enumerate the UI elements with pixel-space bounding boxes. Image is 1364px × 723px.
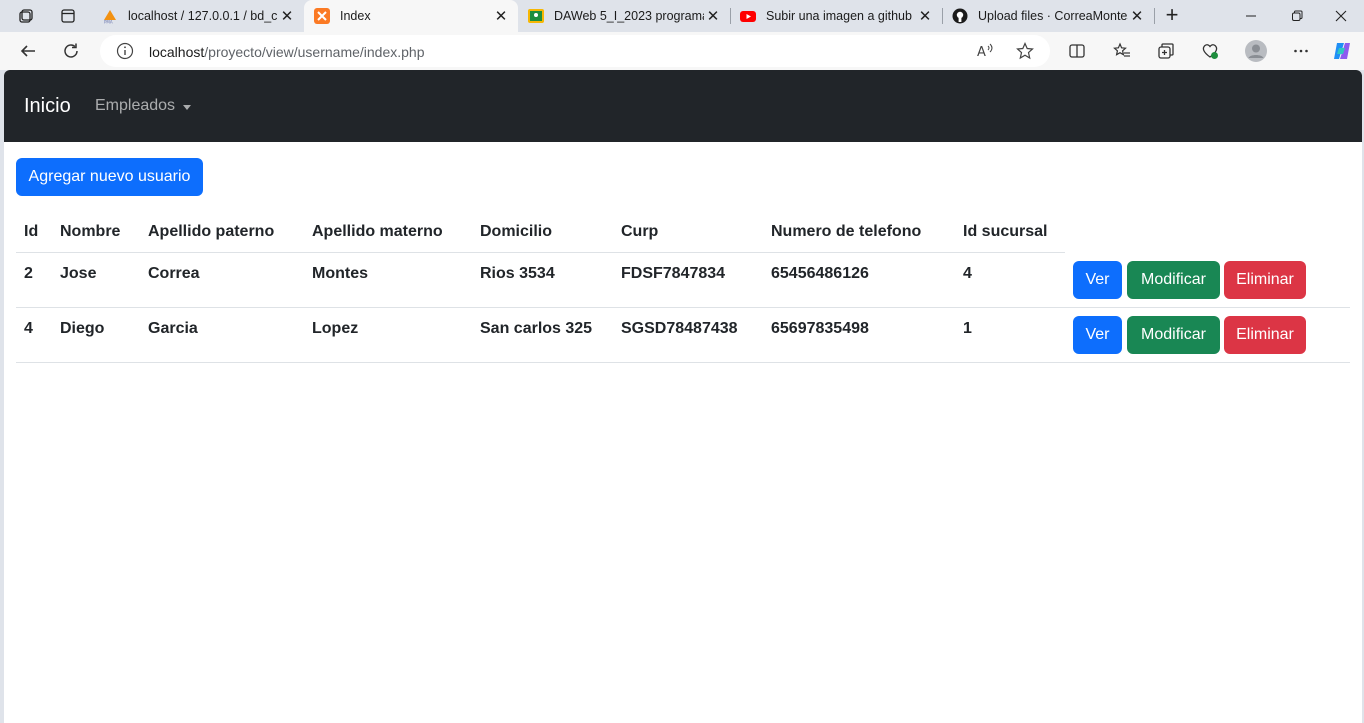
tab-title: localhost / 127.0.0.1 / bd_crud xyxy=(128,9,278,23)
cell-apellido-paterno: Correa xyxy=(148,265,200,282)
tab-index[interactable]: Index ✕ xyxy=(304,0,518,32)
delete-button[interactable]: Eliminar xyxy=(1224,261,1306,299)
close-icon[interactable]: ✕ xyxy=(278,7,296,25)
split-screen-icon[interactable] xyxy=(1064,39,1090,63)
browser-toolbar: localhost/proyecto/view/username/index.p… xyxy=(0,32,1364,70)
cell-curp: SGSD78487438 xyxy=(621,320,738,337)
tab-classroom[interactable]: DAWeb 5_I_2023 programación ✕ xyxy=(518,0,730,32)
xampp-icon xyxy=(314,8,330,24)
view-button[interactable]: Ver xyxy=(1073,261,1122,299)
new-tab-button[interactable]: + xyxy=(1160,4,1184,28)
employees-dropdown-label: Empleados xyxy=(95,97,176,114)
tab-github[interactable]: Upload files · CorreaMontes ✕ xyxy=(942,0,1154,32)
browser-essentials-icon[interactable] xyxy=(1197,39,1223,63)
column-header-id-sucursal: Id sucursal xyxy=(963,223,1048,240)
column-header-apellido-paterno: Apellido paterno xyxy=(148,223,275,240)
cell-domicilio: San carlos 325 xyxy=(480,320,593,337)
read-aloud-icon[interactable]: A xyxy=(976,42,994,60)
favorites-icon[interactable] xyxy=(1109,39,1135,63)
workspaces-icon[interactable] xyxy=(12,4,40,28)
profile-avatar[interactable] xyxy=(1243,39,1269,63)
back-arrow-icon[interactable] xyxy=(15,39,41,63)
row-divider xyxy=(16,362,1350,363)
header-divider xyxy=(16,252,1065,253)
url-text: localhost/proyecto/view/username/index.p… xyxy=(149,44,425,60)
copilot-icon[interactable] xyxy=(1329,39,1355,63)
cell-id: 2 xyxy=(24,265,33,282)
refresh-icon[interactable] xyxy=(58,39,84,63)
close-icon[interactable]: ✕ xyxy=(704,7,722,25)
collections-icon[interactable] xyxy=(1153,39,1179,63)
cell-id: 4 xyxy=(24,320,33,337)
column-header-nombre: Nombre xyxy=(60,223,121,240)
close-window-icon[interactable] xyxy=(1318,0,1364,32)
tab-youtube[interactable]: Subir una imagen a github ✕ xyxy=(730,0,942,32)
github-icon xyxy=(952,8,968,24)
cell-telefono: 65456486126 xyxy=(771,265,869,282)
navbar-brand[interactable]: Inicio xyxy=(24,95,71,118)
browser-tab-strip: PMA localhost / 127.0.0.1 / bd_crud ✕ In… xyxy=(0,0,1364,32)
tab-title: Index xyxy=(340,9,371,23)
cell-apellido-materno: Montes xyxy=(312,265,368,282)
address-bar[interactable]: localhost/proyecto/view/username/index.p… xyxy=(100,35,1050,67)
tab-title: DAWeb 5_I_2023 programación xyxy=(554,9,704,23)
cell-apellido-materno: Lopez xyxy=(312,320,359,337)
cell-apellido-paterno: Garcia xyxy=(148,320,198,337)
edit-button[interactable]: Modificar xyxy=(1127,316,1220,354)
edit-button[interactable]: Modificar xyxy=(1127,261,1220,299)
column-header-curp: Curp xyxy=(621,223,659,240)
page-viewport: Inicio Empleados Agregar nuevo usuario I… xyxy=(4,70,1362,723)
cell-id-sucursal: 1 xyxy=(963,320,972,337)
youtube-icon xyxy=(740,8,756,24)
row-divider xyxy=(16,307,1350,308)
column-header-domicilio: Domicilio xyxy=(480,223,553,240)
tab-title: Subir una imagen a github xyxy=(766,9,912,23)
svg-text:PMA: PMA xyxy=(104,20,113,25)
delete-button[interactable]: Eliminar xyxy=(1224,316,1306,354)
cell-curp: FDSF7847834 xyxy=(621,265,726,282)
classroom-icon xyxy=(528,8,544,24)
cell-nombre: Diego xyxy=(60,320,105,337)
column-header-apellido-materno: Apellido materno xyxy=(312,223,443,240)
close-icon[interactable]: ✕ xyxy=(1128,7,1146,25)
close-icon[interactable]: ✕ xyxy=(916,7,934,25)
phpmyadmin-icon: PMA xyxy=(102,8,118,24)
minimize-icon[interactable] xyxy=(1228,0,1274,32)
tab-phpmyadmin[interactable]: PMA localhost / 127.0.0.1 / bd_crud ✕ xyxy=(92,0,304,32)
cell-id-sucursal: 4 xyxy=(963,265,972,282)
url-path: /proyecto/view/username/index.php xyxy=(204,44,425,60)
more-options-icon[interactable] xyxy=(1288,39,1314,63)
favorite-star-icon[interactable] xyxy=(1016,42,1034,60)
close-icon[interactable]: ✕ xyxy=(492,7,510,25)
tab-separator xyxy=(1154,8,1155,24)
restore-icon[interactable] xyxy=(1274,0,1320,32)
cell-nombre: Jose xyxy=(60,265,97,282)
navbar: Inicio Empleados xyxy=(4,70,1362,142)
url-host: localhost xyxy=(149,44,205,60)
column-header-id: Id xyxy=(24,223,39,240)
caret-down-icon xyxy=(183,104,192,110)
column-header-telefono: Numero de telefono xyxy=(771,223,922,240)
svg-text:A: A xyxy=(977,45,986,60)
cell-domicilio: Rios 3534 xyxy=(480,265,555,282)
site-info-icon[interactable] xyxy=(116,42,134,60)
view-button[interactable]: Ver xyxy=(1073,316,1122,354)
tab-title: Upload files · CorreaMontes xyxy=(978,9,1128,23)
add-user-button[interactable]: Agregar nuevo usuario xyxy=(16,158,203,196)
cell-telefono: 65697835498 xyxy=(771,320,869,337)
employees-dropdown[interactable]: Empleados xyxy=(95,97,192,115)
tab-actions-icon[interactable] xyxy=(54,4,82,28)
